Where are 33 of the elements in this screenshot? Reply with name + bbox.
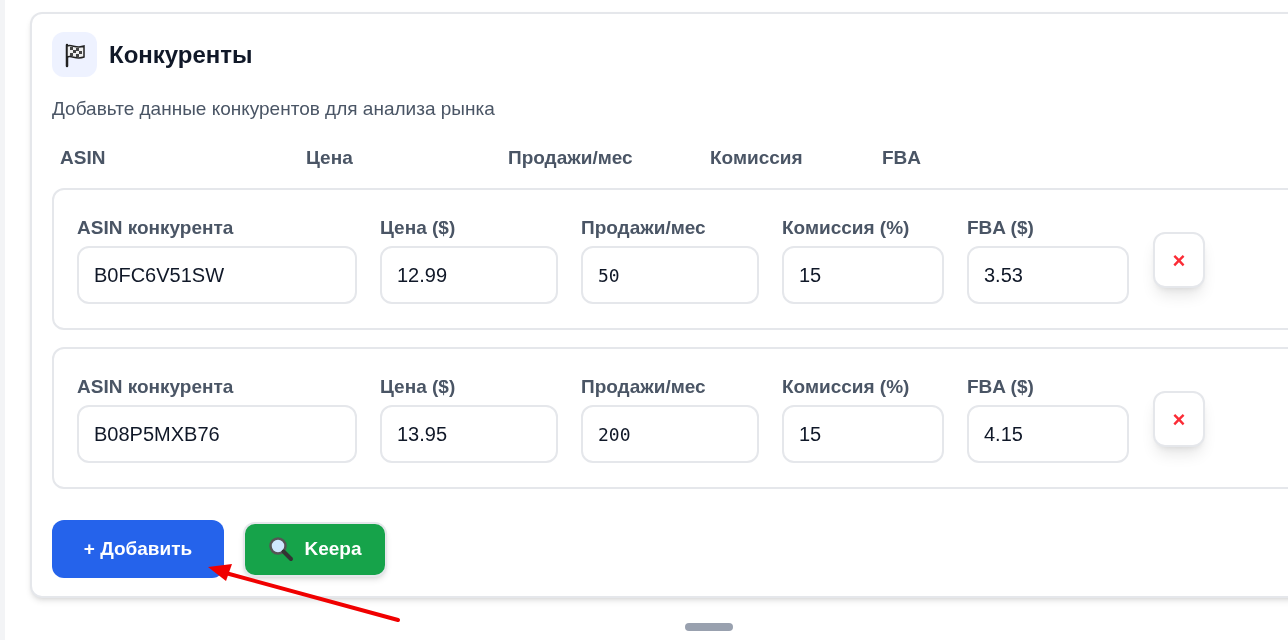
delete-button[interactable]: × [1153,391,1205,447]
field-label: FBA ($) [967,375,1034,399]
flag-icon [52,32,97,77]
input-field[interactable]: 15 [782,405,944,463]
magnifier-icon [268,536,295,562]
field-label: FBA ($) [967,216,1034,240]
field-label: Цена ($) [380,216,456,240]
input-field[interactable]: 15 [782,246,944,304]
field-label: Комиссия (%) [782,375,910,399]
add-button[interactable]: + Добавить [52,520,224,578]
input-field[interactable]: 13.95 [380,405,558,463]
input-field[interactable]: 50 [581,246,759,304]
delete-button[interactable]: × [1153,232,1205,288]
panel-title: Конкуренты [109,39,253,70]
column-header: Цена [306,146,353,168]
column-header: ASIN [60,146,106,168]
panel-subtitle: Добавьте данные конкурентов для анализа рынка [52,97,495,121]
field-label: Продажи/мес [581,216,706,240]
input-field[interactable]: 4.15 [967,405,1129,463]
input-field[interactable]: B08P5MXB76 [77,405,357,463]
field-label: Продажи/мес [581,375,706,399]
field-label: ASIN конкурента [77,216,234,240]
input-field[interactable]: 200 [581,405,759,463]
input-field[interactable]: 12.99 [380,246,558,304]
field-label: ASIN конкурента [77,375,234,399]
scroll-handle[interactable] [685,623,733,631]
field-label: Комиссия (%) [782,216,910,240]
input-field[interactable]: B0FC6V51SW [77,246,357,304]
input-field[interactable]: 3.53 [967,246,1129,304]
field-label: Цена ($) [380,375,456,399]
column-header: Продажи/мес [508,146,633,168]
column-header: FBA [882,146,922,168]
column-header: Комиссия [710,146,803,168]
